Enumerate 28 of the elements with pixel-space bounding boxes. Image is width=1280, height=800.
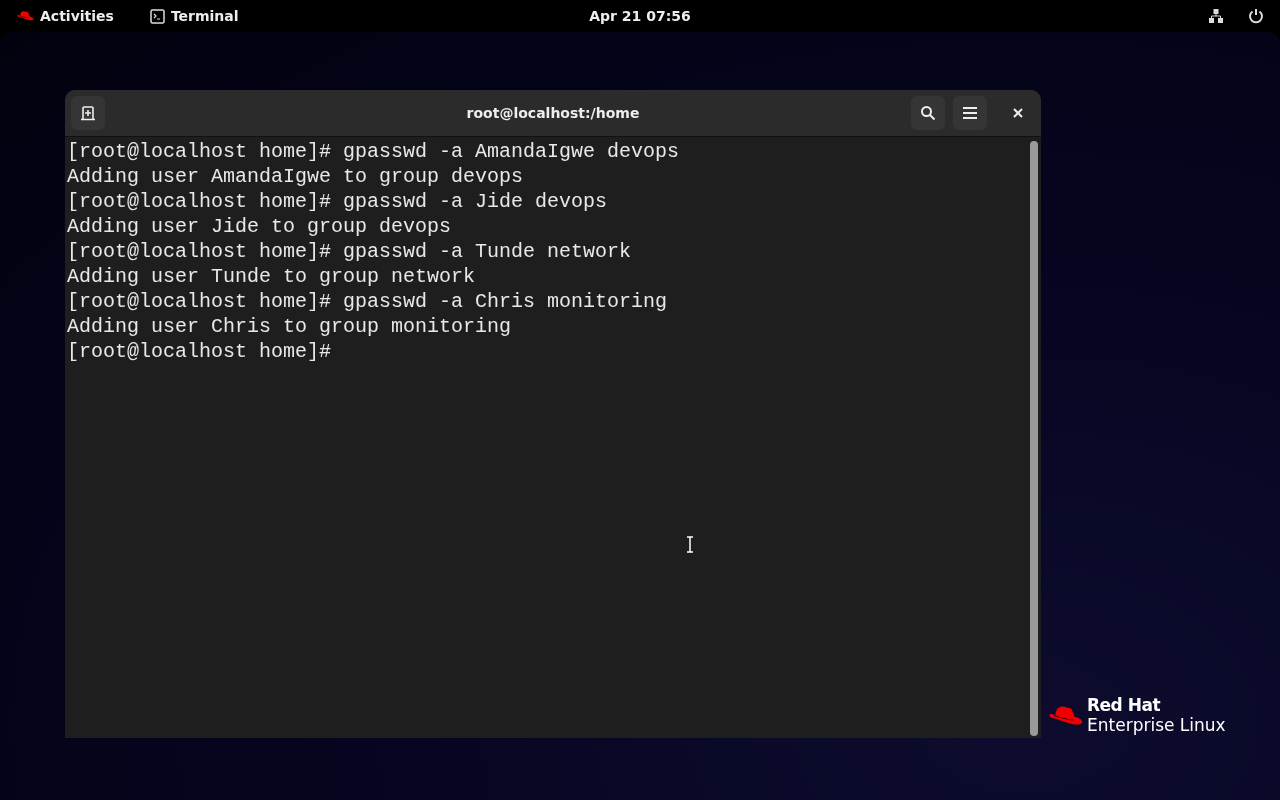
terminal-line: Adding user AmandaIgwe to group devops [67,164,524,189]
clock[interactable]: Apr 21 07:56 [589,8,691,24]
menu-button[interactable] [953,96,987,130]
search-icon [920,105,936,121]
activities-button[interactable]: Activities [17,6,114,26]
new-tab-button[interactable] [71,96,105,130]
terminal-line: [root@localhost home]# [67,339,332,364]
terminal-line: Adding user Chris to group monitoring [67,314,512,339]
terminal-line: [root@localhost home]# gpasswd -a Jide devops [67,189,608,214]
terminal-line: [root@localhost home]# gpasswd -a Tunde network [67,239,632,264]
search-button[interactable] [911,96,945,130]
text-cursor-icon [686,536,694,553]
logo-icon [17,10,34,22]
window-title: root@localhost:/home [466,105,640,121]
terminal-line: Adding user Tunde to group network [67,264,476,289]
app-menu[interactable]: Terminal [149,8,239,24]
new-tab-icon [80,105,96,121]
terminal-line: [root@localhost home]# gpasswd -a Chris monitoring [67,289,668,314]
brand-name: Red Hat [1087,696,1161,715]
close-icon [1013,108,1023,118]
power-icon[interactable] [1248,8,1264,24]
terminal-line: [root@localhost home]# gpasswd -a AmandaIgwe devops [67,139,680,164]
terminal-line: Adding user Jide to group devops [67,214,452,239]
scrollbar[interactable] [1030,141,1038,736]
terminal-icon [149,8,165,24]
product-name: Enterprise Linux [1087,715,1226,735]
menu-icon [963,107,977,119]
network-icon[interactable] [1208,8,1224,24]
